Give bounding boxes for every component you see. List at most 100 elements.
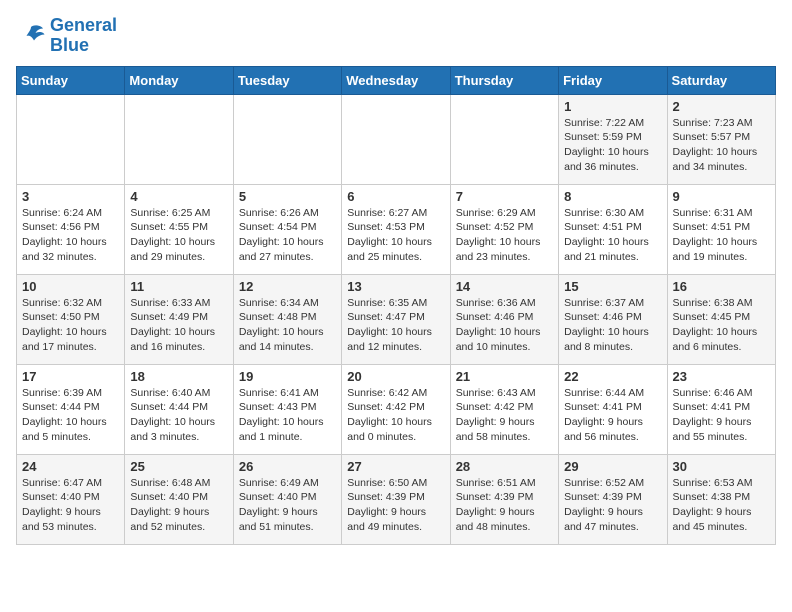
day-info: Sunrise: 6:53 AM Sunset: 4:38 PM Dayligh… — [673, 476, 770, 535]
day-number: 29 — [564, 459, 661, 474]
calendar-cell: 8 Sunrise: 6:30 AM Sunset: 4:51 PM Daylig… — [559, 184, 667, 274]
day-info: Sunrise: 6:37 AM Sunset: 4:46 PM Dayligh… — [564, 296, 661, 355]
col-monday: Monday — [125, 66, 233, 94]
day-number: 14 — [456, 279, 553, 294]
header-row: Sunday Monday Tuesday Wednesday Thursday… — [17, 66, 776, 94]
day-number: 8 — [564, 189, 661, 204]
day-number: 15 — [564, 279, 661, 294]
col-wednesday: Wednesday — [342, 66, 450, 94]
day-info: Sunrise: 6:29 AM Sunset: 4:52 PM Dayligh… — [456, 206, 553, 265]
calendar-cell: 5Sunrise: 6:26 AM Sunset: 4:54 PM Daylig… — [233, 184, 341, 274]
calendar-cell: 24Sunrise: 6:47 AM Sunset: 4:40 PM Dayli… — [17, 454, 125, 544]
calendar-cell: 20 Sunrise: 6:42 AM Sunset: 4:42 PM Dayli… — [342, 364, 450, 454]
day-info: Sunrise: 6:42 AM Sunset: 4:42 PM Dayligh… — [347, 386, 444, 445]
day-info: Sunrise: 6:35 AM Sunset: 4:47 PM Dayligh… — [347, 296, 444, 355]
day-number: 9 — [673, 189, 770, 204]
day-info: Sunrise: 6:24 AM Sunset: 4:56 PM Dayligh… — [22, 206, 119, 265]
day-number: 2 — [673, 99, 770, 114]
day-info: Sunrise: 6:31 AM Sunset: 4:51 PM Dayligh… — [673, 206, 770, 265]
calendar-cell — [450, 94, 558, 184]
calendar-header: Sunday Monday Tuesday Wednesday Thursday… — [17, 66, 776, 94]
calendar-cell: 21 Sunrise: 6:43 AM Sunset: 4:42 PM Dayli… — [450, 364, 558, 454]
day-number: 26 — [239, 459, 336, 474]
day-number: 13 — [347, 279, 444, 294]
calendar-cell — [17, 94, 125, 184]
day-info: Sunrise: 6:32 AM Sunset: 4:50 PM Dayligh… — [22, 296, 119, 355]
day-number: 7 — [456, 189, 553, 204]
logo-bird-icon — [16, 21, 46, 51]
day-number: 24 — [22, 459, 119, 474]
calendar-cell: 25 Sunrise: 6:48 AM Sunset: 4:40 PM Dayli… — [125, 454, 233, 544]
day-number: 4 — [130, 189, 227, 204]
calendar-cell: 28 Sunrise: 6:51 AM Sunset: 4:39 PM Dayli… — [450, 454, 558, 544]
calendar-cell: 17 Sunrise: 6:39 AM Sunset: 4:44 PM Dayli… — [17, 364, 125, 454]
calendar-cell — [233, 94, 341, 184]
col-friday: Friday — [559, 66, 667, 94]
day-number: 28 — [456, 459, 553, 474]
day-number: 1 — [564, 99, 661, 114]
day-info: Sunrise: 6:44 AM Sunset: 4:41 PM Dayligh… — [564, 386, 661, 445]
calendar-cell: 2 Sunrise: 7:23 AM Sunset: 5:57 PM Daylig… — [667, 94, 775, 184]
calendar-week-2: 3 Sunrise: 6:24 AM Sunset: 4:56 PM Daylig… — [17, 184, 776, 274]
calendar-cell: 11 Sunrise: 6:33 AM Sunset: 4:49 PM Dayli… — [125, 274, 233, 364]
calendar-table: Sunday Monday Tuesday Wednesday Thursday… — [16, 66, 776, 545]
day-info: Sunrise: 6:51 AM Sunset: 4:39 PM Dayligh… — [456, 476, 553, 535]
logo: General Blue — [16, 16, 117, 56]
day-number: 17 — [22, 369, 119, 384]
calendar-cell: 29 Sunrise: 6:52 AM Sunset: 4:39 PM Dayli… — [559, 454, 667, 544]
col-thursday: Thursday — [450, 66, 558, 94]
calendar-week-3: 10 Sunrise: 6:32 AM Sunset: 4:50 PM Dayli… — [17, 274, 776, 364]
calendar-cell: 27 Sunrise: 6:50 AM Sunset: 4:39 PM Dayli… — [342, 454, 450, 544]
day-info: Sunrise: 6:39 AM Sunset: 4:44 PM Dayligh… — [22, 386, 119, 445]
calendar-cell: 10 Sunrise: 6:32 AM Sunset: 4:50 PM Dayli… — [17, 274, 125, 364]
day-info: Sunrise: 6:40 AM Sunset: 4:44 PM Dayligh… — [130, 386, 227, 445]
day-number: 10 — [22, 279, 119, 294]
calendar-body: 1 Sunrise: 7:22 AM Sunset: 5:59 PM Daylig… — [17, 94, 776, 544]
day-info: Sunrise: 6:48 AM Sunset: 4:40 PM Dayligh… — [130, 476, 227, 535]
page-header: General Blue — [16, 16, 776, 56]
day-number: 11 — [130, 279, 227, 294]
day-info: Sunrise: 7:22 AM Sunset: 5:59 PM Dayligh… — [564, 116, 661, 175]
calendar-cell: 12Sunrise: 6:34 AM Sunset: 4:48 PM Dayli… — [233, 274, 341, 364]
calendar-cell: 9 Sunrise: 6:31 AM Sunset: 4:51 PM Daylig… — [667, 184, 775, 274]
calendar-cell: 23 Sunrise: 6:46 AM Sunset: 4:41 PM Dayli… — [667, 364, 775, 454]
day-info: Sunrise: 6:43 AM Sunset: 4:42 PM Dayligh… — [456, 386, 553, 445]
day-info: Sunrise: 6:38 AM Sunset: 4:45 PM Dayligh… — [673, 296, 770, 355]
day-number: 16 — [673, 279, 770, 294]
calendar-cell — [125, 94, 233, 184]
day-number: 6 — [347, 189, 444, 204]
day-number: 20 — [347, 369, 444, 384]
calendar-cell: 16 Sunrise: 6:38 AM Sunset: 4:45 PM Dayli… — [667, 274, 775, 364]
day-info: Sunrise: 6:41 AM Sunset: 4:43 PM Dayligh… — [239, 386, 336, 445]
day-info: Sunrise: 6:36 AM Sunset: 4:46 PM Dayligh… — [456, 296, 553, 355]
day-number: 23 — [673, 369, 770, 384]
day-info: Sunrise: 7:23 AM Sunset: 5:57 PM Dayligh… — [673, 116, 770, 175]
day-info: Sunrise: 6:50 AM Sunset: 4:39 PM Dayligh… — [347, 476, 444, 535]
day-number: 3 — [22, 189, 119, 204]
calendar-week-4: 17 Sunrise: 6:39 AM Sunset: 4:44 PM Dayli… — [17, 364, 776, 454]
day-number: 22 — [564, 369, 661, 384]
day-info: Sunrise: 6:27 AM Sunset: 4:53 PM Dayligh… — [347, 206, 444, 265]
calendar-cell: 6 Sunrise: 6:27 AM Sunset: 4:53 PM Daylig… — [342, 184, 450, 274]
logo-text: General Blue — [50, 16, 117, 56]
day-info: Sunrise: 6:33 AM Sunset: 4:49 PM Dayligh… — [130, 296, 227, 355]
day-number: 12 — [239, 279, 336, 294]
day-info: Sunrise: 6:49 AM Sunset: 4:40 PM Dayligh… — [239, 476, 336, 535]
day-number: 27 — [347, 459, 444, 474]
day-number: 25 — [130, 459, 227, 474]
calendar-cell: 4Sunrise: 6:25 AM Sunset: 4:55 PM Daylig… — [125, 184, 233, 274]
day-info: Sunrise: 6:30 AM Sunset: 4:51 PM Dayligh… — [564, 206, 661, 265]
calendar-cell: 13 Sunrise: 6:35 AM Sunset: 4:47 PM Dayli… — [342, 274, 450, 364]
day-number: 5 — [239, 189, 336, 204]
day-info: Sunrise: 6:46 AM Sunset: 4:41 PM Dayligh… — [673, 386, 770, 445]
day-info: Sunrise: 6:52 AM Sunset: 4:39 PM Dayligh… — [564, 476, 661, 535]
calendar-week-5: 24Sunrise: 6:47 AM Sunset: 4:40 PM Dayli… — [17, 454, 776, 544]
calendar-cell: 14 Sunrise: 6:36 AM Sunset: 4:46 PM Dayli… — [450, 274, 558, 364]
calendar-cell: 15 Sunrise: 6:37 AM Sunset: 4:46 PM Dayli… — [559, 274, 667, 364]
col-tuesday: Tuesday — [233, 66, 341, 94]
col-sunday: Sunday — [17, 66, 125, 94]
day-number: 21 — [456, 369, 553, 384]
calendar-cell: 1 Sunrise: 7:22 AM Sunset: 5:59 PM Daylig… — [559, 94, 667, 184]
calendar-cell: 30Sunrise: 6:53 AM Sunset: 4:38 PM Dayli… — [667, 454, 775, 544]
day-number: 19 — [239, 369, 336, 384]
